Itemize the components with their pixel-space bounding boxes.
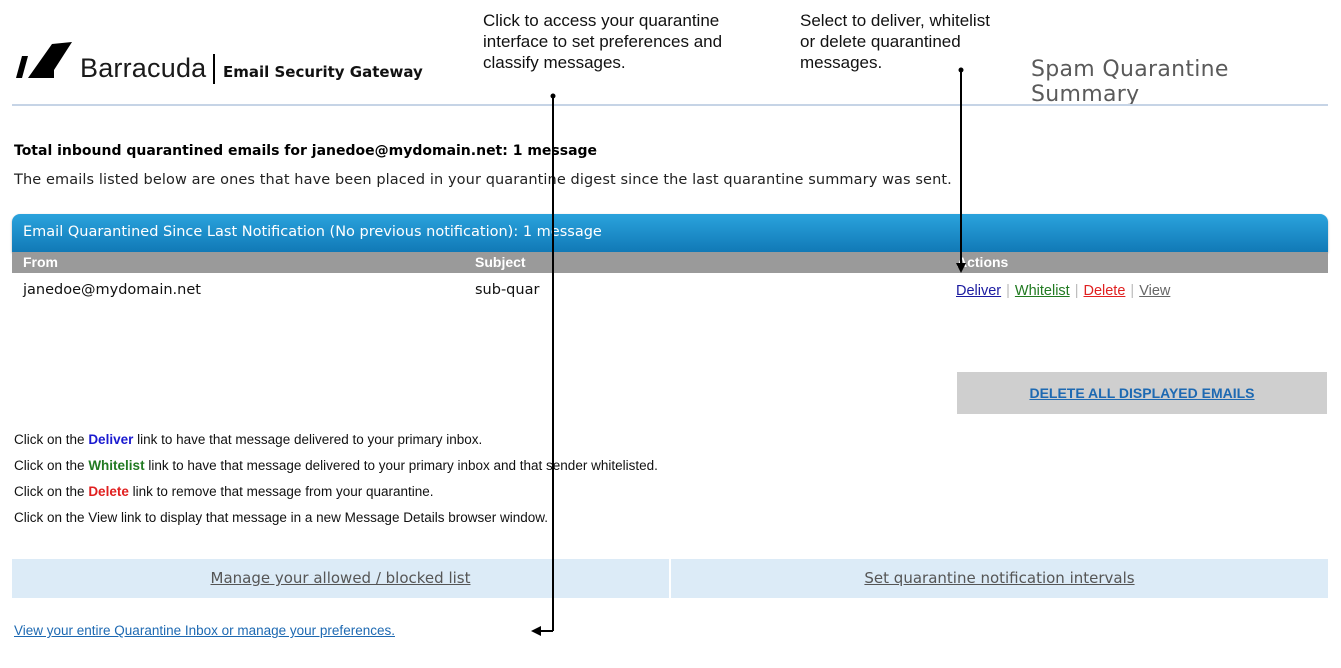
help-prefix: Click on the xyxy=(14,458,85,473)
view-link[interactable]: View xyxy=(1139,283,1170,299)
quarantine-table-header: Email Quarantined Since Last Notificatio… xyxy=(12,214,1328,252)
help-deliver: Click on the Deliver link to have that m… xyxy=(14,432,482,447)
action-separator: | xyxy=(1074,283,1079,299)
help-delete-keyword: Delete xyxy=(88,484,129,499)
column-header-actions: Actions xyxy=(957,254,1009,270)
callout-quarantine-interface: Click to access your quarantine interfac… xyxy=(483,11,723,72)
callout-actions: Select to deliver, whitelist or delete q… xyxy=(800,11,990,72)
action-separator: | xyxy=(1006,283,1010,299)
brand-divider xyxy=(213,54,215,84)
help-prefix: Click on the xyxy=(14,432,85,447)
deliver-link[interactable]: Deliver xyxy=(956,283,1001,299)
notification-intervals-cell: Set quarantine notification intervals xyxy=(671,559,1328,598)
help-whitelist-text: link to have that message delivered to y… xyxy=(148,458,658,473)
total-quarantined-line: Total inbound quarantined emails for jan… xyxy=(14,143,598,159)
help-whitelist-keyword: Whitelist xyxy=(88,458,145,473)
help-delete-text: link to remove that message from your qu… xyxy=(132,484,434,499)
notification-intervals-link[interactable]: Set quarantine notification intervals xyxy=(864,569,1134,587)
help-view: Click on the View link to display that m… xyxy=(14,510,549,525)
page-title: Spam Quarantine Summary xyxy=(1031,57,1229,107)
header-divider xyxy=(12,104,1328,106)
allowed-blocked-cell: Manage your allowed / blocked list xyxy=(12,559,669,598)
help-prefix: Click on the xyxy=(14,484,85,499)
action-separator: | xyxy=(1130,283,1135,299)
delete-all-panel: DELETE ALL DISPLAYED EMAILS xyxy=(957,372,1327,414)
row-from: janedoe@mydomain.net xyxy=(23,282,201,298)
brand-name: Barracuda xyxy=(80,53,207,83)
column-header-row: From Subject Actions xyxy=(12,252,1328,273)
help-whitelist: Click on the Whitelist link to have that… xyxy=(14,458,658,473)
help-deliver-keyword: Deliver xyxy=(88,432,134,447)
help-delete: Click on the Delete link to remove that … xyxy=(14,484,434,499)
delete-all-displayed-button[interactable]: DELETE ALL DISPLAYED EMAILS xyxy=(1029,385,1254,401)
quarantine-inbox-link[interactable]: View your entire Quarantine Inbox or man… xyxy=(14,623,395,638)
barracuda-logo-icon xyxy=(16,42,72,78)
help-deliver-text: link to have that message delivered to y… xyxy=(137,432,483,447)
brand-product: Email Security Gateway xyxy=(223,63,423,81)
callout-dot xyxy=(550,93,556,99)
column-header-subject: Subject xyxy=(475,254,526,270)
row-actions: Deliver | Whitelist | Delete | View xyxy=(956,283,1170,299)
preferences-links-bar: Manage your allowed / blocked list Set q… xyxy=(12,559,1328,598)
manage-allowed-blocked-link[interactable]: Manage your allowed / blocked list xyxy=(211,569,471,587)
row-subject: sub-quar xyxy=(475,282,540,298)
intro-text: The emails listed below are ones that ha… xyxy=(14,172,952,188)
quarantine-table-title: Email Quarantined Since Last Notificatio… xyxy=(23,224,602,240)
delete-link[interactable]: Delete xyxy=(1083,283,1125,299)
column-header-from: From xyxy=(23,254,58,270)
whitelist-link[interactable]: Whitelist xyxy=(1015,283,1070,299)
